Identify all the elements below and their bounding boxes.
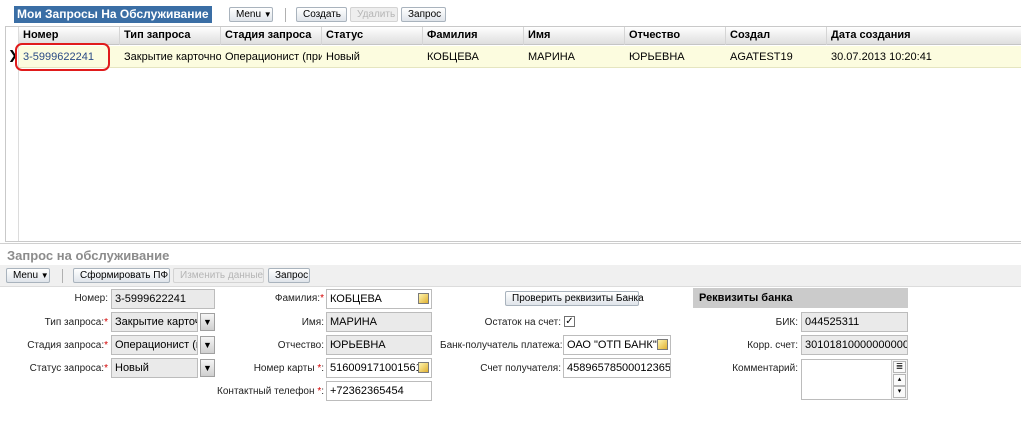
column-header-first-name[interactable]: Имя	[524, 27, 625, 45]
corr-account-label: Корр. счет:	[747, 340, 798, 351]
comment-scrollbar[interactable]: ≣ ▴ ▾	[891, 360, 907, 399]
first-name-field: МАРИНА	[326, 312, 432, 332]
list-menu-button[interactable]: Menu ▼	[229, 7, 273, 22]
edit-data-button: Изменить данные	[173, 268, 264, 283]
generate-form-button[interactable]: Сформировать ПФ	[73, 268, 170, 283]
row-type-cell: Закрытие карточного счета	[124, 51, 221, 63]
check-bank-button[interactable]: Проверить реквизиты Банка	[505, 291, 644, 306]
corr-account-field: 30101810000000000311	[801, 335, 908, 355]
table-row[interactable]: 3-5999622241 Закрытие карточного счета О…	[19, 46, 1021, 68]
row-first-name-cell: МАРИНА	[528, 51, 576, 63]
column-header-created-by[interactable]: Создал	[726, 27, 827, 45]
column-header-type[interactable]: Тип запроса	[120, 27, 221, 45]
comment-label: Комментарий:	[732, 363, 798, 374]
middle-name-field: ЮРЬЕВНА	[326, 335, 432, 355]
form-query-button[interactable]: Запрос	[268, 268, 310, 283]
applet-divider	[0, 243, 1021, 244]
last-name-label: Фамилия:*	[274, 293, 324, 304]
column-header-last-name[interactable]: Фамилия	[423, 27, 524, 45]
picker-icon[interactable]	[418, 293, 429, 304]
stage-select[interactable]: Операционист (принят)	[111, 335, 198, 355]
chevron-down-icon[interactable]: ▼	[200, 359, 215, 377]
phone-label: Контактный телефон *:	[217, 386, 324, 397]
column-header-stage[interactable]: Стадия запроса	[221, 27, 322, 45]
middle-name-label: Отчество:	[277, 340, 324, 351]
form-menu-label: Menu	[13, 270, 39, 281]
form-applet-title: Запрос на обслуживание	[7, 248, 170, 263]
scroll-up-icon[interactable]: ▴	[893, 374, 906, 386]
phone-input[interactable]: +72362365454	[326, 381, 432, 401]
row-last-name-cell: КОБЦЕВА	[427, 51, 479, 63]
list-applet-title: Мои Запросы На Обслуживание	[14, 6, 212, 23]
bik-field: 044525311	[801, 312, 908, 332]
column-header-created-date[interactable]: Дата создания	[827, 27, 1021, 45]
balance-checkbox[interactable]: ✓	[564, 316, 575, 327]
account-label: Счет получателя:	[480, 363, 561, 374]
column-header-status[interactable]: Статус	[322, 27, 423, 45]
row-stage-cell: Операционист (принят)	[225, 51, 322, 63]
bank-input[interactable]: ОАО "ОТП БАНК"	[563, 335, 671, 355]
highlight-annotation	[15, 43, 110, 71]
picker-icon[interactable]	[657, 339, 668, 350]
type-label: Тип запроса:*	[44, 317, 108, 328]
chevron-down-icon[interactable]: ▼	[200, 313, 215, 331]
form-menu-button[interactable]: Menu ▼	[6, 268, 50, 283]
toolbar-divider	[285, 8, 286, 22]
chevron-down-icon[interactable]: ▼	[200, 336, 215, 354]
status-select[interactable]: Новый	[111, 358, 198, 378]
list-menu-label: Menu	[236, 9, 262, 20]
query-button[interactable]: Запрос	[401, 7, 446, 22]
row-middle-name-cell: ЮРЬЕВНА	[629, 51, 685, 63]
type-select[interactable]: Закрытие карточного счета	[111, 312, 198, 332]
chevron-down-icon: ▼	[263, 10, 272, 19]
bank-label: Банк-получатель платежа:	[440, 340, 563, 351]
card-number-label: Номер карты *:	[253, 363, 324, 374]
column-header-middle-name[interactable]: Отчество	[625, 27, 726, 45]
list-header: Номер Тип запроса Стадия запроса Статус …	[19, 27, 1021, 45]
create-button[interactable]: Создать	[296, 7, 347, 22]
row-status-cell: Новый	[326, 51, 360, 63]
bank-details-header: Реквизиты банка	[693, 288, 908, 308]
row-created-date-cell: 30.07.2013 10:20:41	[831, 51, 932, 63]
delete-button: Удалить	[350, 7, 398, 22]
number-field: 3-5999622241	[111, 289, 215, 309]
status-label: Статус запроса:*	[29, 363, 108, 374]
card-number-input[interactable]: 5160091710015612	[326, 358, 432, 378]
expand-icon[interactable]: ≣	[893, 361, 906, 373]
toolbar-divider	[62, 269, 63, 283]
number-label: Номер:	[74, 293, 108, 304]
first-name-label: Имя:	[301, 317, 324, 328]
row-created-by-cell: AGATEST19	[730, 51, 793, 63]
bik-label: БИК:	[775, 317, 798, 328]
balance-label: Остаток на счет:	[484, 317, 561, 328]
chevron-down-icon: ▼	[40, 271, 49, 280]
scroll-down-icon[interactable]: ▾	[893, 386, 906, 398]
last-name-input[interactable]: КОБЦЕВА	[326, 289, 432, 309]
stage-label: Стадия запроса:*	[27, 340, 108, 351]
picker-icon[interactable]	[418, 362, 429, 373]
account-input[interactable]: 45896578500012365987	[563, 358, 671, 378]
